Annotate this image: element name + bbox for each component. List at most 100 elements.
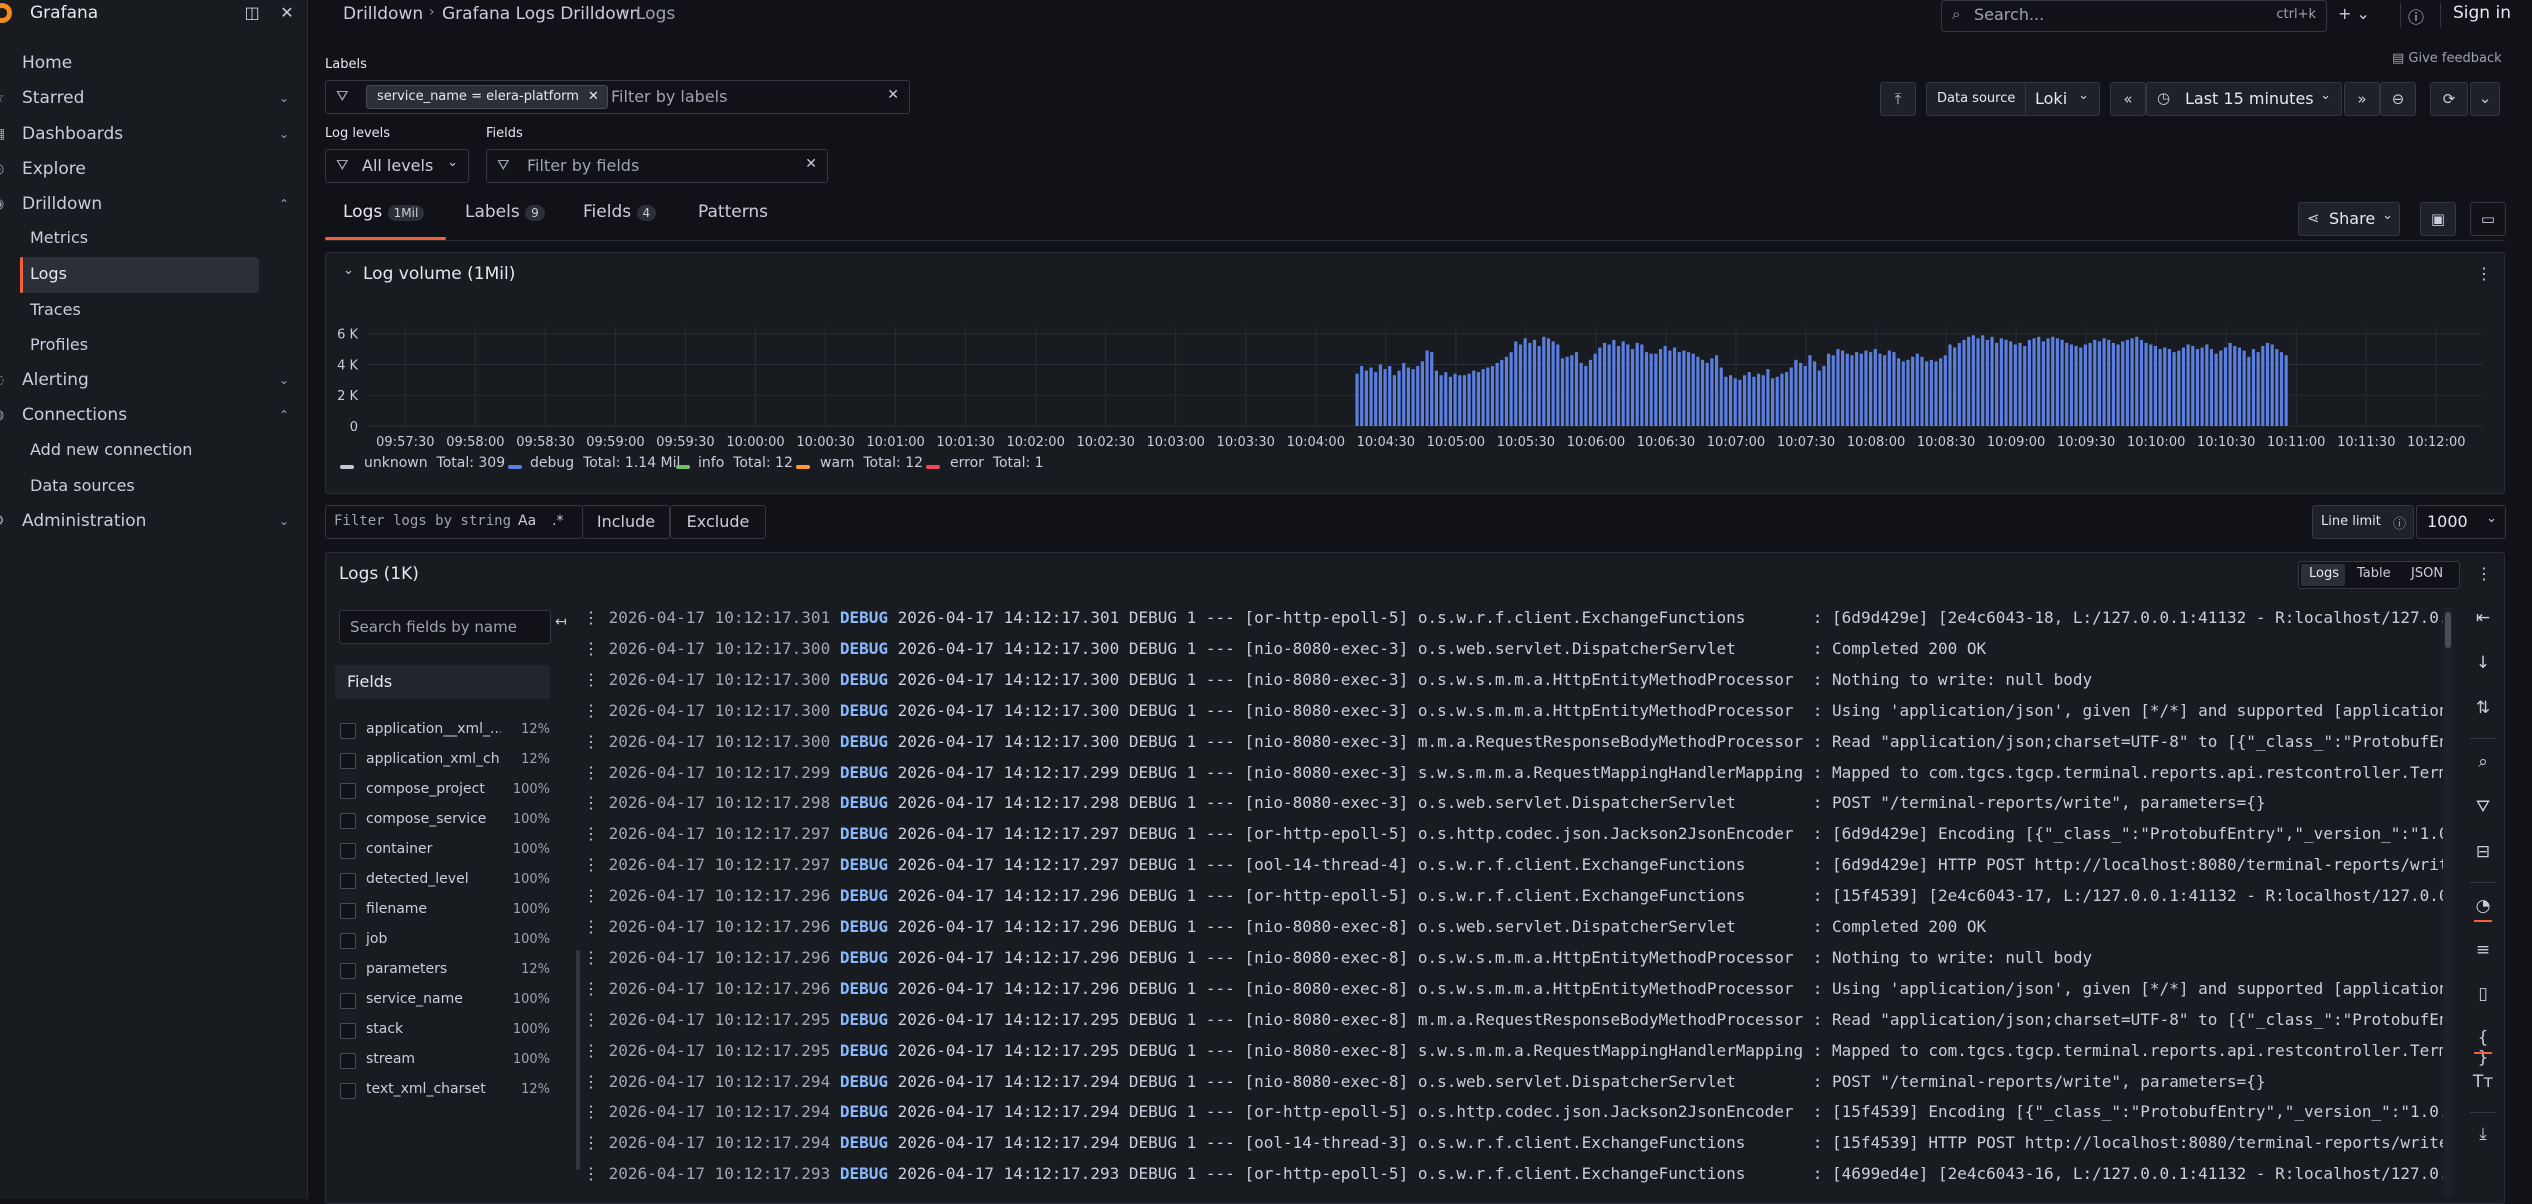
text-format-icon[interactable]: Tт xyxy=(2470,1072,2496,1092)
view-mode-logs[interactable]: Logs xyxy=(2309,566,2339,581)
row-menu-icon[interactable]: ⋮ xyxy=(583,1102,609,1121)
log-row[interactable]: ⋮ 2026-04-17 10:12:17.295 DEBUG 2026-04-… xyxy=(583,1004,2443,1035)
log-row[interactable]: ⋮ 2026-04-17 10:12:17.300 DEBUG 2026-04-… xyxy=(583,664,2443,695)
field-checkbox[interactable] xyxy=(340,723,356,739)
legend-item-warn[interactable]: warn Total: 12 xyxy=(820,455,923,471)
log-row[interactable]: ⋮ 2026-04-17 10:12:17.300 DEBUG 2026-04-… xyxy=(583,695,2443,726)
legend-item-unknown[interactable]: unknown Total: 309 xyxy=(364,455,505,471)
field-row[interactable]: stream 100% xyxy=(340,1045,550,1075)
log-row[interactable]: ⋮ 2026-04-17 10:12:17.301 DEBUG 2026-04-… xyxy=(583,602,2443,633)
log-row[interactable]: ⋮ 2026-04-17 10:12:17.294 DEBUG 2026-04-… xyxy=(583,1066,2443,1097)
breadcrumb-drilldown[interactable]: Drilldown xyxy=(343,4,423,24)
view-mode-json[interactable]: JSON xyxy=(2411,566,2443,581)
field-row[interactable]: text_xml_charset 12% xyxy=(340,1075,550,1105)
details-panel-icon[interactable]: ▯ xyxy=(2470,984,2496,1004)
scroll-down-icon[interactable]: ↓ xyxy=(2470,653,2496,673)
log-row[interactable]: ⋮ 2026-04-17 10:12:17.296 DEBUG 2026-04-… xyxy=(583,911,2443,942)
field-checkbox[interactable] xyxy=(340,1023,356,1039)
log-row[interactable]: ⋮ 2026-04-17 10:12:17.294 DEBUG 2026-04-… xyxy=(583,1127,2443,1158)
grafana-logo-icon[interactable] xyxy=(0,3,12,23)
log-row[interactable]: ⋮ 2026-04-17 10:12:17.296 DEBUG 2026-04-… xyxy=(583,942,2443,973)
field-checkbox[interactable] xyxy=(340,1083,356,1099)
log-row[interactable]: ⋮ 2026-04-17 10:12:17.296 DEBUG 2026-04-… xyxy=(583,973,2443,1004)
close-menu-icon[interactable]: ✕ xyxy=(278,4,296,22)
tab-labels[interactable]: Labels 9 xyxy=(465,202,545,222)
log-row[interactable]: ⋮ 2026-04-17 10:12:17.297 DEBUG 2026-04-… xyxy=(583,849,2443,880)
sign-in-link[interactable]: Sign in xyxy=(2453,3,2511,23)
sidebar-subitem-profiles[interactable]: Profiles xyxy=(30,328,88,362)
labels-filter[interactable]: ⛛ service_name = elera-platform ✕ Filter… xyxy=(325,80,910,114)
field-row[interactable]: stack 100% xyxy=(340,1015,550,1045)
refresh-interval-button[interactable]: ⌄ xyxy=(2470,82,2500,116)
row-menu-icon[interactable]: ⋮ xyxy=(583,1010,609,1029)
legend-item-debug[interactable]: debug Total: 1.14 Mil xyxy=(530,455,680,471)
field-checkbox[interactable] xyxy=(340,993,356,1009)
collapse-chevron-icon[interactable]: ⌄ xyxy=(343,263,354,278)
sidebar-item-starred[interactable]: ☆Starred⌄ xyxy=(0,81,307,115)
row-menu-icon[interactable]: ⋮ xyxy=(583,917,609,936)
chevron-down-icon[interactable]: ⌄ xyxy=(279,81,289,115)
field-checkbox[interactable] xyxy=(340,813,356,829)
log-row[interactable]: ⋮ 2026-04-17 10:12:17.294 DEBUG 2026-04-… xyxy=(583,1096,2443,1127)
regex-toggle[interactable]: .* xyxy=(552,513,563,529)
fields-filter[interactable]: ⛛ Filter by fields ✕ xyxy=(486,149,828,183)
field-row[interactable]: compose_project 100% xyxy=(340,775,550,805)
sidebar-item-connections[interactable]: ◍Connections⌃ xyxy=(0,398,307,432)
global-search[interactable]: ⌕ Search... ctrl+k xyxy=(1941,0,2327,32)
clear-icon[interactable]: ✕ xyxy=(887,87,899,103)
field-checkbox[interactable] xyxy=(340,1053,356,1069)
field-row[interactable]: application_xml_ch... 12% xyxy=(340,745,550,775)
field-checkbox[interactable] xyxy=(340,843,356,859)
row-menu-icon[interactable]: ⋮ xyxy=(583,639,609,658)
chevron-down-icon[interactable]: ⌄ xyxy=(279,363,289,397)
field-checkbox[interactable] xyxy=(340,963,356,979)
chevron-down-icon[interactable]: ⌄ xyxy=(279,504,289,538)
row-menu-icon[interactable]: ⋮ xyxy=(583,824,609,843)
log-row[interactable]: ⋮ 2026-04-17 10:12:17.293 DEBUG 2026-04-… xyxy=(583,1158,2443,1189)
row-menu-icon[interactable]: ⋮ xyxy=(583,608,609,627)
time-range-picker[interactable]: ◷ Last 15 minutes ⌄ xyxy=(2146,82,2342,116)
field-checkbox[interactable] xyxy=(340,903,356,919)
field-row[interactable]: container 100% xyxy=(340,835,550,865)
label-chip[interactable]: service_name = elera-platform ✕ xyxy=(366,85,608,109)
sidebar-item-alerting[interactable]: ◌Alerting⌄ xyxy=(0,363,307,397)
share-button[interactable]: ⋖ Share ⌄ xyxy=(2298,202,2400,236)
remove-chip-icon[interactable]: ✕ xyxy=(588,86,599,108)
log-row[interactable]: ⋮ 2026-04-17 10:12:17.300 DEBUG 2026-04-… xyxy=(583,633,2443,664)
field-checkbox[interactable] xyxy=(340,753,356,769)
sort-icon[interactable]: ⇅ xyxy=(2470,698,2496,718)
sidebar-item-home[interactable]: ⌂Home xyxy=(0,46,307,80)
fields-scrollbar[interactable] xyxy=(576,950,580,1170)
field-checkbox[interactable] xyxy=(340,933,356,949)
timestamp-ms-icon[interactable]: ◔ xyxy=(2470,896,2496,916)
clear-icon[interactable]: ✕ xyxy=(805,156,817,172)
field-row[interactable]: job 100% xyxy=(340,925,550,955)
time-shift-back-button[interactable]: « xyxy=(2110,82,2146,116)
sidebar-item-explore[interactable]: ◎Explore xyxy=(0,152,307,186)
log-row[interactable]: ⋮ 2026-04-17 10:12:17.296 DEBUG 2026-04-… xyxy=(583,880,2443,911)
row-menu-icon[interactable]: ⋮ xyxy=(583,979,609,998)
row-menu-icon[interactable]: ⋮ xyxy=(583,732,609,751)
help-icon[interactable]: ⓘ xyxy=(2408,4,2424,28)
row-menu-icon[interactable]: ⋮ xyxy=(583,1041,609,1060)
sidebar-subitem-metrics[interactable]: Metrics xyxy=(30,221,88,255)
match-case-toggle[interactable]: Aa xyxy=(518,513,536,529)
tab-patterns[interactable]: Patterns xyxy=(698,202,768,222)
exclude-button[interactable]: Exclude xyxy=(670,505,766,539)
row-menu-icon[interactable]: ⋮ xyxy=(583,1133,609,1152)
row-menu-icon[interactable]: ⋮ xyxy=(583,793,609,812)
field-row[interactable]: parameters 12% xyxy=(340,955,550,985)
field-checkbox[interactable] xyxy=(340,873,356,889)
tab-logs[interactable]: Logs 1Mil xyxy=(343,202,425,222)
tab-fields[interactable]: Fields 4 xyxy=(583,202,657,222)
row-menu-icon[interactable]: ⋮ xyxy=(583,670,609,689)
filter-level-icon[interactable]: ⊟ xyxy=(2470,842,2496,862)
log-row[interactable]: ⋮ 2026-04-17 10:12:17.295 DEBUG 2026-04-… xyxy=(583,1035,2443,1066)
search-icon[interactable]: ⌕ xyxy=(2470,752,2496,772)
row-menu-icon[interactable]: ⋮ xyxy=(583,763,609,782)
logs-scrollbar-thumb[interactable] xyxy=(2445,612,2451,648)
dock-menu-icon[interactable]: ◫ xyxy=(243,4,261,22)
row-menu-icon[interactable]: ⋮ xyxy=(583,855,609,874)
json-braces-icon[interactable]: { } xyxy=(2470,1028,2496,1068)
field-row[interactable]: application__xml_... 12% xyxy=(340,715,550,745)
